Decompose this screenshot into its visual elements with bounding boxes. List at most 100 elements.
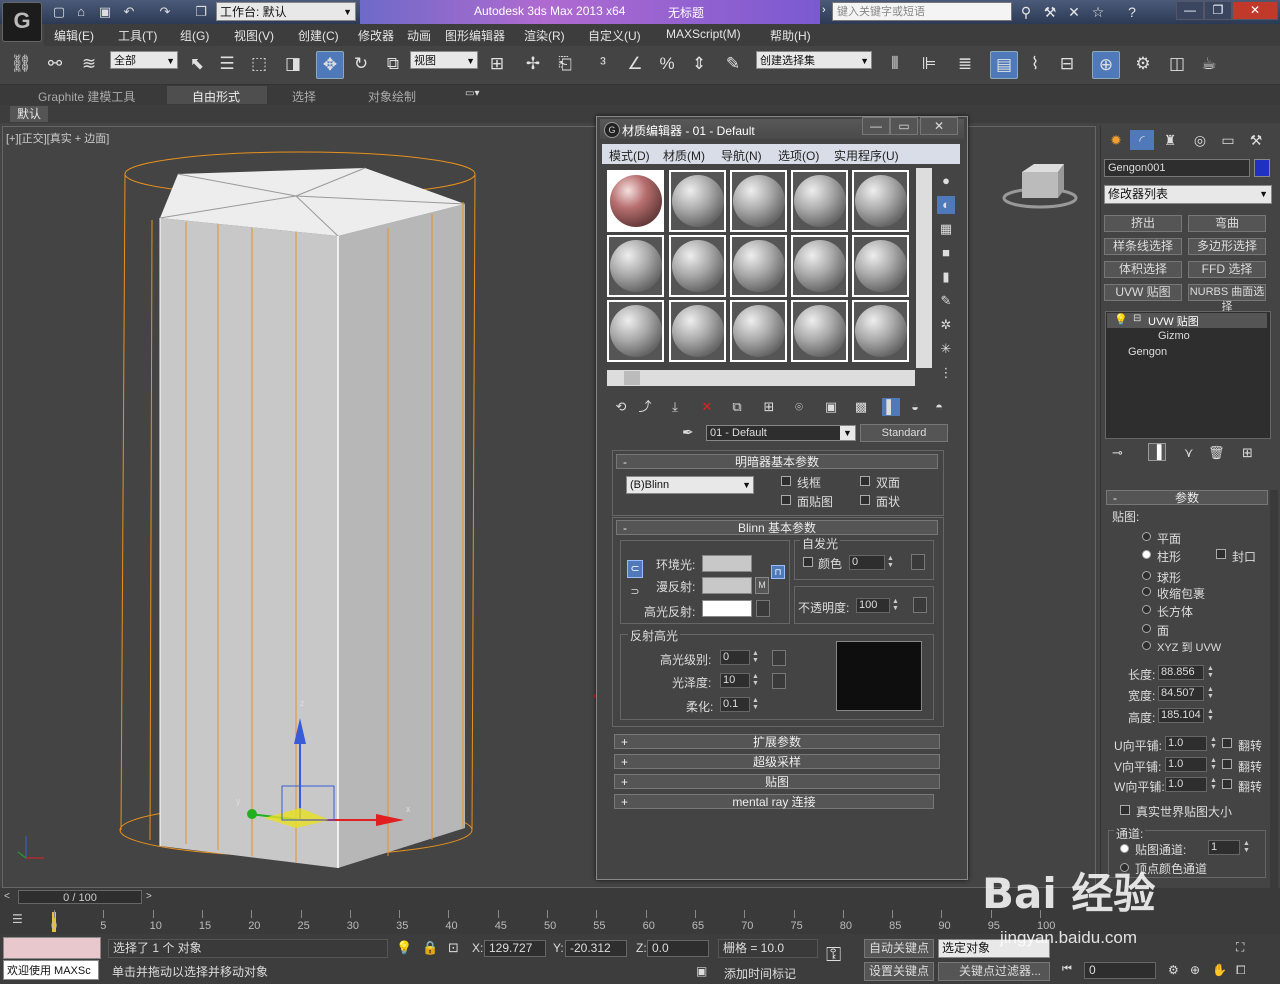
- mat-menu-navigation[interactable]: 导航(N): [721, 147, 762, 164]
- binoculars-icon[interactable]: ⚲: [1016, 3, 1036, 21]
- goto-start-icon[interactable]: ⏮: [1062, 963, 1072, 976]
- sample-slot[interactable]: [791, 170, 848, 232]
- save-file-icon[interactable]: ▣: [96, 3, 114, 20]
- glossiness-map-button[interactable]: [772, 673, 786, 689]
- go-forward-icon[interactable]: ◒: [906, 398, 924, 416]
- extended-params-rollout[interactable]: + 扩展参数: [614, 734, 940, 749]
- snaps-toggle-icon[interactable]: ³: [590, 51, 616, 77]
- remove-modifier-icon[interactable]: 🗑: [1208, 445, 1225, 461]
- create-tab-icon[interactable]: ✹: [1104, 130, 1128, 150]
- zoom-extents-icon[interactable]: ⛶: [1236, 940, 1244, 955]
- select-and-move-icon[interactable]: ✥: [316, 51, 344, 79]
- u-tile-spinner-arrows[interactable]: ▲ ▼: [1209, 736, 1218, 751]
- auto-key-button[interactable]: 自动关键点: [864, 939, 934, 958]
- utilities-tab-icon[interactable]: ⚒: [1244, 130, 1268, 150]
- material-name-field[interactable]: 01 - Default ▼: [706, 425, 856, 441]
- blinn-rollout-header[interactable]: - Blinn 基本参数: [616, 520, 938, 535]
- undo-icon[interactable]: ↶: [120, 3, 138, 20]
- sample-slot[interactable]: [730, 300, 787, 362]
- render-setup-icon[interactable]: ⚙: [1130, 51, 1156, 77]
- pivot-center-icon[interactable]: ⊞: [484, 51, 510, 77]
- modifier-bend-button[interactable]: 弯曲: [1188, 215, 1266, 232]
- mirror-icon[interactable]: ⫴: [882, 51, 908, 77]
- make-unique-mod-icon[interactable]: ⋎: [1184, 445, 1194, 461]
- video-color-check-icon[interactable]: ▮: [937, 268, 955, 286]
- diffuse-map-lock-icon[interactable]: ⊓: [771, 565, 785, 579]
- menu-tools[interactable]: 工具(T): [118, 27, 157, 44]
- width-spinner-arrows[interactable]: ▲ ▼: [1206, 686, 1215, 701]
- u-tile-spinner[interactable]: 1.0: [1165, 736, 1207, 751]
- subscription-icon[interactable]: ⚒: [1040, 3, 1060, 21]
- get-material-icon[interactable]: ⟲: [612, 398, 630, 416]
- keyboard-shortcut-icon[interactable]: ⎗: [552, 51, 578, 77]
- maximize-viewport-icon[interactable]: ⧠: [1236, 963, 1246, 978]
- mini-curve-editor-icon[interactable]: ☰: [12, 912, 23, 926]
- show-map-icon[interactable]: ▣: [822, 398, 840, 416]
- collapse-icon[interactable]: ⊟: [1133, 313, 1141, 324]
- command-panel-scrollbar[interactable]: [1270, 490, 1278, 920]
- timeline-next-icon[interactable]: >: [146, 891, 152, 902]
- options-icon[interactable]: ✲: [937, 316, 955, 334]
- ribbon-tab-graphite[interactable]: Graphite 建模工具: [38, 88, 135, 105]
- specular-map-button[interactable]: [756, 600, 770, 617]
- menu-group[interactable]: 组(G): [180, 27, 209, 44]
- map-channel-spinner-arrows[interactable]: ▲ ▼: [1242, 840, 1251, 855]
- diffuse-map-button[interactable]: M: [755, 577, 769, 594]
- object-name-field[interactable]: Gengon001: [1104, 159, 1250, 177]
- select-by-material-icon[interactable]: ✳: [937, 340, 955, 358]
- favorites-icon[interactable]: ☆: [1088, 3, 1108, 21]
- close-button[interactable]: ✕: [1232, 1, 1278, 20]
- wire-checkbox[interactable]: [781, 476, 791, 486]
- modifier-extrude-button[interactable]: 挤出: [1104, 215, 1182, 232]
- bind-spacewarp-icon[interactable]: ≋: [76, 51, 102, 77]
- spec-level-spinner-arrows[interactable]: ▲ ▼: [751, 650, 760, 665]
- v-flip-checkbox[interactable]: [1222, 759, 1232, 769]
- set-key-icon[interactable]: ⚿: [826, 944, 841, 967]
- pin-stack-icon[interactable]: ⊸: [1112, 445, 1123, 461]
- angle-snap-icon[interactable]: ∠: [622, 51, 648, 77]
- search-input[interactable]: 键入关键字或短语: [832, 2, 1012, 21]
- self-illum-map-button[interactable]: [911, 554, 925, 570]
- pan-icon[interactable]: ✋: [1212, 963, 1227, 977]
- opacity-spinner[interactable]: 100: [856, 598, 890, 613]
- length-spinner[interactable]: 88.856: [1158, 665, 1204, 680]
- background-icon[interactable]: ▦: [937, 220, 955, 238]
- modifier-nurbs-select-button[interactable]: NURBS 曲面选择: [1188, 284, 1266, 313]
- put-to-library-icon[interactable]: ⊞: [760, 398, 778, 416]
- spec-level-map-button[interactable]: [772, 650, 786, 666]
- v-tile-spinner-arrows[interactable]: ▲ ▼: [1209, 757, 1218, 772]
- absolute-mode-icon[interactable]: ⊡: [448, 940, 459, 956]
- ribbon-tab-object-paint[interactable]: 对象绘制: [368, 88, 416, 105]
- eyedropper-icon[interactable]: ✒: [682, 424, 694, 441]
- mapping-box-radio[interactable]: [1142, 605, 1151, 614]
- two-sided-checkbox[interactable]: [860, 476, 870, 486]
- modify-tab-icon[interactable]: ◜: [1130, 130, 1154, 150]
- mental-ray-rollout[interactable]: + mental ray 连接: [614, 794, 934, 809]
- w-tile-spinner[interactable]: 1.0: [1165, 777, 1207, 792]
- v-tile-spinner[interactable]: 1.0: [1165, 757, 1207, 772]
- ribbon-tab-selection[interactable]: 选择: [292, 88, 316, 105]
- ambient-color-swatch[interactable]: [702, 555, 752, 572]
- material-editor-icon[interactable]: ⊕: [1092, 51, 1120, 79]
- shader-type-select[interactable]: (B)Blinn ▼: [626, 476, 754, 494]
- sample-slot[interactable]: [607, 235, 664, 297]
- make-unique-icon[interactable]: ⧉: [728, 398, 746, 416]
- graphite-toggle-icon[interactable]: ▤: [990, 51, 1018, 79]
- map-channel-spinner[interactable]: 1: [1208, 840, 1240, 855]
- light-bulb-icon[interactable]: 💡: [1114, 313, 1128, 326]
- mat-menu-material[interactable]: 材质(M): [663, 147, 705, 164]
- slot-vertical-scrollbar[interactable]: [916, 168, 932, 368]
- go-to-parent-icon[interactable]: ▌: [882, 398, 900, 416]
- rect-selection-icon[interactable]: ⬚: [246, 51, 272, 77]
- mapping-face-radio[interactable]: [1142, 624, 1151, 633]
- modifier-ffd-select-button[interactable]: FFD 选择: [1188, 261, 1266, 278]
- slot-scroll-thumb[interactable]: [624, 371, 640, 385]
- sample-uv-tiling-icon[interactable]: ■: [937, 244, 955, 262]
- lock-ambient-diffuse-icon[interactable]: ⊂: [627, 560, 643, 578]
- mapping-cylindrical-radio[interactable]: [1142, 550, 1151, 559]
- lock-diffuse-specular-icon[interactable]: ⊃: [627, 584, 643, 602]
- menu-views[interactable]: 视图(V): [234, 27, 274, 44]
- ribbon-tab-freeform[interactable]: 自由形式: [192, 88, 240, 105]
- mapping-planar-radio[interactable]: [1142, 532, 1151, 541]
- height-spinner[interactable]: 185.104: [1158, 708, 1204, 723]
